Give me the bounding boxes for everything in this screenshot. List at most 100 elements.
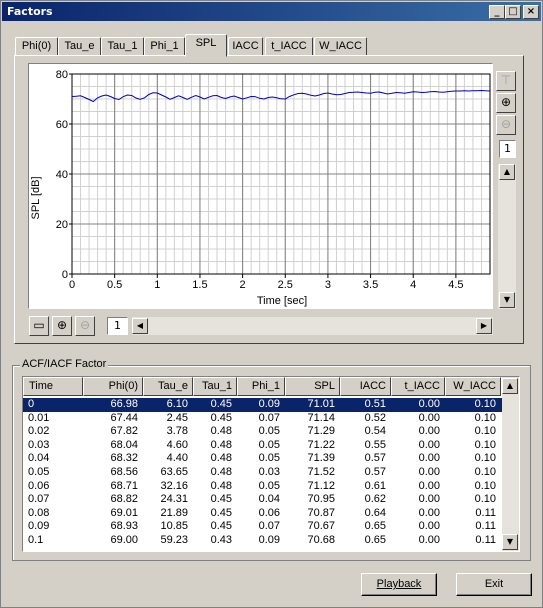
vertical-scrollbar[interactable]: ▲ ▼ [498, 164, 516, 309]
cell-phi-1: 0.04 [258, 493, 280, 506]
cell-w-iacc: 0.10 [474, 425, 496, 438]
x-tick-label: 3 [325, 279, 331, 291]
cell-tau-e: 21.89 [160, 506, 188, 519]
table-row[interactable]: 0.09 68.93 10.85 0.45 0.07 70.67 0.65 0.00 0.11 [23, 520, 503, 534]
table-row[interactable]: 0.01 67.44 2.45 0.45 0.07 71.14 0.52 0.00 0.10 [23, 412, 503, 426]
zoom-in-icon: ⊕ [500, 95, 512, 109]
minimize-button[interactable]: _ [489, 5, 505, 19]
zoom-out-vertical-button[interactable]: ⊖ [496, 115, 516, 135]
cell-tau-1: 0.45 [210, 411, 232, 424]
table-row[interactable]: 0.08 69.01 21.89 0.45 0.06 70.87 0.64 0.00 0.11 [23, 507, 503, 521]
tab-iacc[interactable]: IACC [228, 37, 263, 56]
tab-phi0[interactable]: Phi(0) [15, 37, 58, 56]
exit-button-label: Exit [484, 578, 504, 590]
table-row[interactable]: 0.06 68.71 32.16 0.48 0.05 71.12 0.61 0.00 0.10 [23, 480, 503, 494]
fit-vertical-button[interactable]: ⊤ [496, 71, 516, 91]
fit-horizontal-button[interactable]: ▭ [29, 316, 49, 336]
column-header-t-iacc[interactable]: t_IACC [391, 377, 445, 396]
column-header-w-iacc[interactable]: W_IACC [445, 377, 501, 396]
table-scroll-up-button[interactable]: ▲ [502, 378, 518, 394]
tab-w-iacc[interactable]: W_IACC [314, 37, 367, 56]
cell-t-iacc: 0.00 [418, 479, 440, 492]
x-tick-label: 0 [69, 279, 75, 291]
tab-spl[interactable]: SPL [185, 34, 227, 57]
cell-phi0: 68.32 [110, 452, 138, 465]
cell-tau-e: 6.10 [166, 398, 188, 410]
title-bar: Factors _ □ × [2, 2, 541, 21]
cell-time: 0.1 [28, 534, 44, 546]
cell-time: 0.03 [28, 438, 50, 451]
tab-phi-1[interactable]: Phi_1 [144, 37, 185, 56]
cell-iacc: 0.57 [364, 466, 386, 478]
zoom-out-horizontal-button[interactable]: ⊖ [75, 316, 95, 336]
cell-phi-1: 0.03 [258, 466, 280, 478]
scroll-left-button[interactable]: ◀ [132, 318, 148, 334]
cell-phi-1: 0.07 [258, 411, 280, 424]
tab-tau-1[interactable]: Tau_1 [101, 37, 144, 56]
cell-time: 0.02 [28, 425, 50, 438]
table-row[interactable]: 0.03 68.04 4.60 0.48 0.05 71.22 0.55 0.00 0.10 [23, 439, 503, 453]
scroll-up-button[interactable]: ▲ [499, 164, 515, 180]
column-header-tau-e[interactable]: Tau_e [143, 377, 193, 396]
cell-spl: 71.14 [307, 411, 335, 424]
zoom-in-icon: ⊕ [56, 318, 68, 332]
cell-spl: 70.87 [307, 506, 335, 519]
table-row[interactable]: 0.1 69.00 59.23 0.43 0.09 70.68 0.65 0.00 0.11 [23, 534, 503, 548]
table-row[interactable]: 0.07 68.82 24.31 0.45 0.04 70.95 0.62 0.00 0.10 [23, 493, 503, 507]
cell-t-iacc: 0.00 [418, 466, 440, 478]
scroll-right-button[interactable]: ▶ [476, 318, 492, 334]
scroll-down-button[interactable]: ▼ [499, 292, 515, 308]
cell-phi-1: 0.05 [258, 452, 280, 465]
column-header-tau-1[interactable]: Tau_1 [193, 377, 237, 396]
cell-iacc: 0.65 [364, 534, 386, 546]
cell-phi-1: 0.05 [258, 479, 280, 492]
cell-iacc: 0.64 [364, 506, 386, 519]
cell-iacc: 0.57 [364, 452, 386, 465]
cell-time: 0.05 [28, 466, 50, 478]
exit-button[interactable]: Exit [456, 573, 532, 596]
column-header-time[interactable]: Time [23, 377, 83, 396]
x-tick-label: 4.5 [448, 279, 463, 291]
cell-phi-1: 0.09 [258, 398, 280, 410]
table-vertical-scrollbar[interactable]: ▲ ▼ [502, 377, 519, 551]
column-header-iacc[interactable]: IACC [340, 377, 391, 396]
y-tick-label: 0 [62, 269, 68, 281]
column-header-spl[interactable]: SPL [285, 377, 340, 396]
horizontal-scrollbar[interactable]: ◀ ▶ [132, 317, 493, 335]
zoom-in-vertical-button[interactable]: ⊕ [496, 93, 516, 113]
x-tick-label: 1.5 [192, 279, 207, 291]
table-row[interactable]: 0.05 68.56 63.65 0.48 0.03 71.52 0.57 0.00 0.10 [23, 466, 503, 480]
window-title: Factors [7, 5, 53, 18]
maximize-button[interactable]: □ [505, 5, 521, 19]
cell-w-iacc: 0.10 [474, 411, 496, 424]
cell-tau-1: 0.45 [210, 506, 232, 519]
spl-chart: 020406080 0 0.5 1 1.5 2 2.5 3 3.5 4 4.5 SPL [dB] … [30, 69, 491, 307]
cell-phi0: 68.56 [110, 466, 138, 478]
cell-tau-e: 24.31 [160, 493, 188, 506]
table-row[interactable]: 0.04 68.32 4.40 0.48 0.05 71.39 0.57 0.00 0.10 [23, 452, 503, 466]
y-tick-label: 80 [56, 69, 68, 81]
zoom-out-icon: ⊖ [500, 117, 512, 131]
table-scroll-down-button[interactable]: ▼ [502, 534, 518, 550]
zoom-in-horizontal-button[interactable]: ⊕ [52, 316, 72, 336]
table-row[interactable]: 0 66.98 6.10 0.45 0.09 71.01 0.51 0.00 0.10 [23, 397, 504, 413]
table-row[interactable]: 0.02 67.82 3.78 0.48 0.05 71.29 0.54 0.00 0.10 [23, 425, 503, 439]
column-header-phi0[interactable]: Phi(0) [83, 377, 143, 396]
cell-tau-e: 63.65 [160, 466, 188, 478]
tab-t-iacc[interactable]: t_IACC [265, 37, 313, 56]
cell-w-iacc: 0.10 [474, 452, 496, 465]
cell-tau-1: 0.45 [210, 520, 232, 533]
cell-t-iacc: 0.00 [418, 438, 440, 451]
cell-iacc: 0.54 [364, 425, 386, 438]
close-button[interactable]: × [523, 5, 539, 19]
cell-spl: 71.39 [307, 452, 335, 465]
playback-button[interactable]: Playback [361, 573, 437, 596]
cell-w-iacc: 0.10 [474, 479, 496, 492]
cell-iacc: 0.62 [364, 493, 386, 506]
tab-tau-e[interactable]: Tau_e [58, 37, 101, 56]
cell-tau-e: 59.23 [160, 534, 188, 546]
cell-iacc: 0.55 [364, 438, 386, 451]
column-header-phi-1[interactable]: Phi_1 [237, 377, 285, 396]
cell-spl: 71.52 [307, 466, 335, 478]
cell-w-iacc: 0.10 [474, 438, 496, 451]
